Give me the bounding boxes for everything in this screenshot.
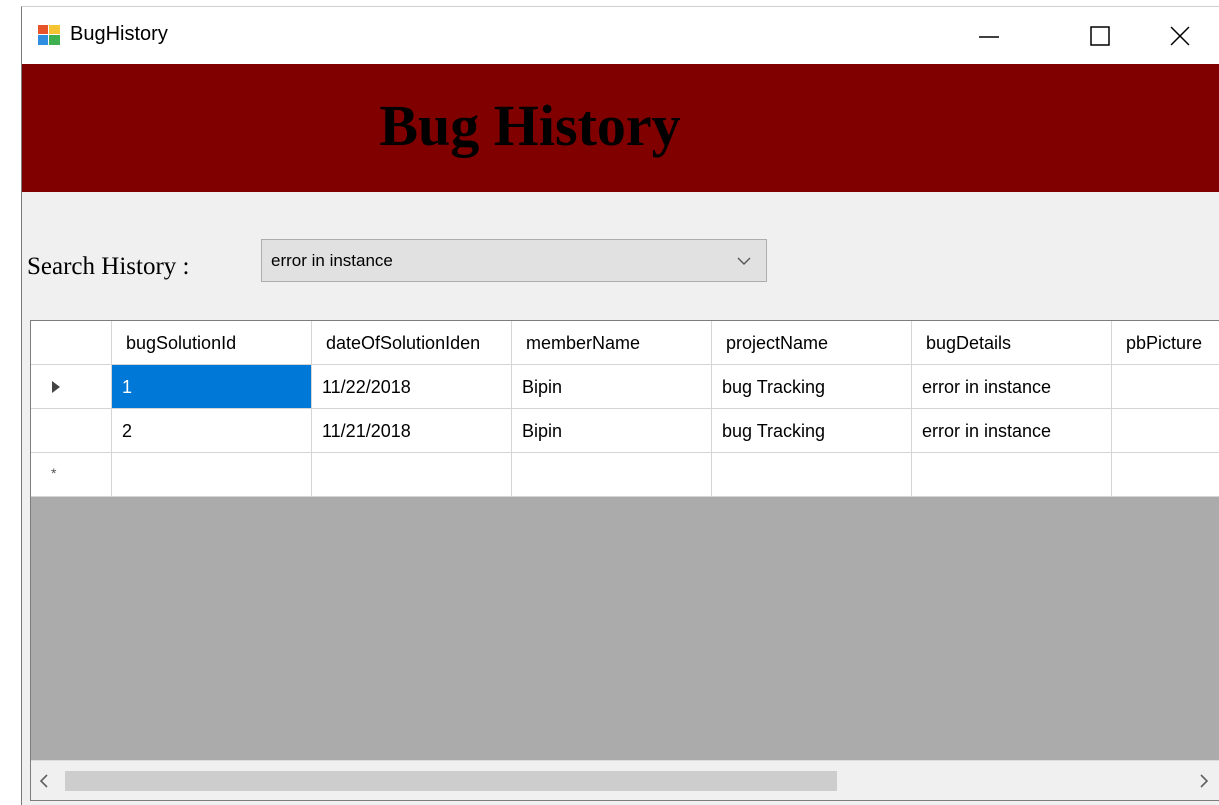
chevron-down-icon bbox=[737, 257, 751, 265]
app-window-icon bbox=[38, 25, 60, 45]
column-header-pbpicture[interactable]: pbPicture bbox=[1112, 321, 1219, 365]
search-history-value: error in instance bbox=[271, 251, 393, 270]
row-header[interactable]: * bbox=[31, 453, 112, 497]
cell-pbpicture[interactable]: tunn Coo bbox=[1112, 409, 1219, 453]
minimize-icon bbox=[979, 36, 999, 38]
cell-projectname[interactable]: bug Tracking bbox=[712, 365, 912, 409]
cell-dateofsolution[interactable]: 11/22/2018 bbox=[312, 365, 512, 409]
minimize-button[interactable] bbox=[948, 7, 1028, 64]
cell-bugdetails[interactable]: error in instance bbox=[912, 409, 1112, 453]
search-history-dropdown[interactable]: error in instance bbox=[261, 239, 767, 282]
close-button[interactable] bbox=[1134, 7, 1214, 64]
column-header-projectname[interactable]: projectName bbox=[712, 321, 912, 365]
search-history-label: Search History : bbox=[27, 253, 190, 280]
column-header-bugdetails[interactable]: bugDetails bbox=[912, 321, 1112, 365]
header-banner: Bug History bbox=[22, 64, 1219, 192]
bug-history-window: BugHistory Bug History Search History : … bbox=[21, 6, 1219, 805]
row-pointer-icon bbox=[52, 381, 60, 393]
new-row-marker: * bbox=[51, 465, 57, 481]
cell-projectname[interactable] bbox=[712, 453, 912, 497]
maximize-icon bbox=[1090, 26, 1110, 46]
cell-bugdetails[interactable]: error in instance bbox=[912, 365, 1112, 409]
cell-membername[interactable]: Bipin bbox=[512, 365, 712, 409]
bug-history-grid[interactable]: bugSolutionId dateOfSolutionIden memberN… bbox=[30, 320, 1219, 801]
close-icon bbox=[1170, 26, 1190, 46]
cell-pbpicture[interactable]: tunn Coo bbox=[1112, 365, 1219, 409]
cell-dateofsolution[interactable]: 11/21/2018 bbox=[312, 409, 512, 453]
horizontal-scrollbar[interactable] bbox=[31, 760, 1219, 800]
page-title: Bug History bbox=[379, 93, 681, 158]
row-header-corner[interactable] bbox=[31, 321, 112, 365]
column-header-membername[interactable]: memberName bbox=[512, 321, 712, 365]
window-title: BugHistory bbox=[70, 23, 168, 45]
cell-pbpicture[interactable]: × bbox=[1112, 453, 1219, 497]
cell-bugdetails[interactable] bbox=[912, 453, 1112, 497]
cell-membername[interactable]: Bipin bbox=[512, 409, 712, 453]
row-header[interactable] bbox=[31, 409, 112, 453]
cell-dateofsolution[interactable] bbox=[312, 453, 512, 497]
picture-preview-text: tunn Coo bbox=[1112, 435, 1169, 452]
cell-bugsolutionid[interactable]: 2 bbox=[112, 409, 312, 453]
cell-projectname[interactable]: bug Tracking bbox=[712, 409, 912, 453]
chevron-right-icon[interactable] bbox=[1197, 773, 1211, 789]
cell-bugsolutionid[interactable] bbox=[112, 453, 312, 497]
column-header-bugsolutionid[interactable]: bugSolutionId bbox=[112, 321, 312, 365]
chevron-left-icon[interactable] bbox=[37, 773, 51, 789]
picture-preview-text: tunn Coo bbox=[1112, 391, 1169, 408]
title-bar[interactable]: BugHistory bbox=[22, 7, 1219, 64]
maximize-button[interactable] bbox=[1035, 7, 1115, 64]
row-header[interactable] bbox=[31, 365, 112, 409]
scrollbar-thumb[interactable] bbox=[65, 771, 837, 791]
cell-membername[interactable] bbox=[512, 453, 712, 497]
column-header-dateofsolution[interactable]: dateOfSolutionIden bbox=[312, 321, 512, 365]
cell-bugsolutionid[interactable]: 1 bbox=[112, 365, 312, 409]
